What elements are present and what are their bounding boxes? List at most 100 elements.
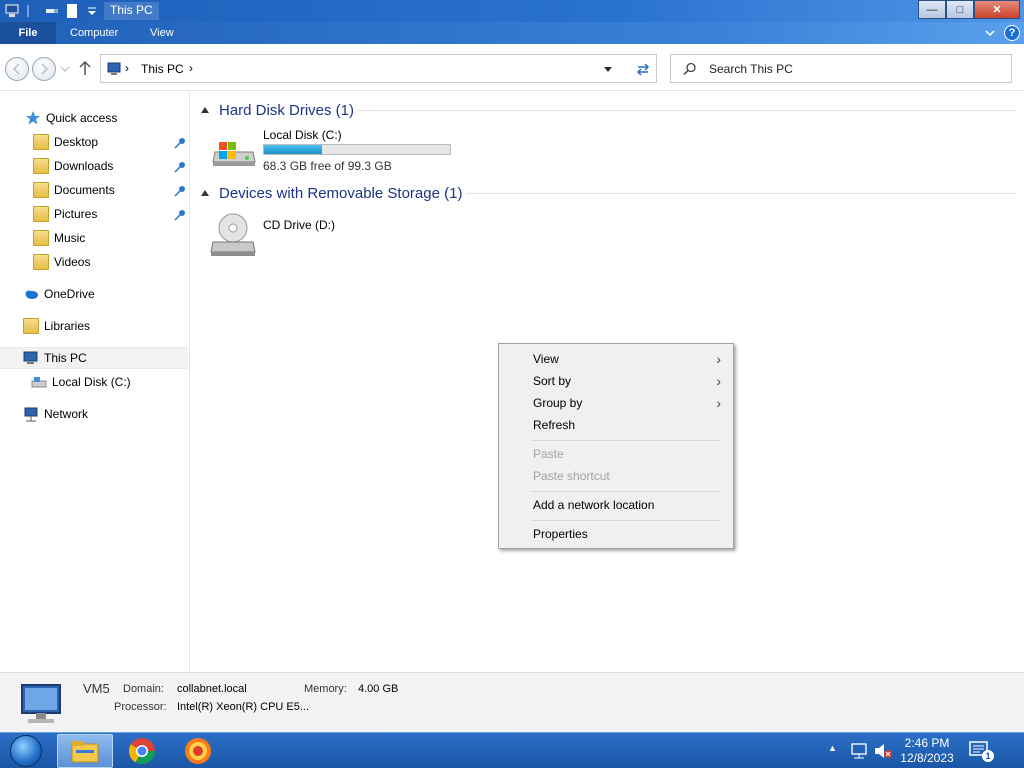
new-folder-icon[interactable] (64, 3, 80, 19)
sidebar-item-documents[interactable]: Documents (0, 179, 188, 201)
drive-name: Local Disk (C:) (263, 128, 342, 142)
breadcrumb-chevron-icon[interactable]: › (189, 61, 193, 75)
sidebar-item-quick-access[interactable]: Quick access (0, 107, 188, 129)
sidebar-item-desktop[interactable]: Desktop (0, 131, 188, 153)
minimize-button[interactable]: — (918, 0, 946, 19)
window-title: This PC (104, 2, 159, 20)
ribbon-tabs: File Computer View ? (0, 22, 1024, 44)
back-arrow-icon (12, 63, 20, 75)
music-folder-icon (33, 230, 49, 246)
pin-icon[interactable] (173, 208, 187, 222)
taskbar-browser[interactable] (170, 734, 226, 768)
pin-icon[interactable] (173, 160, 187, 174)
tab-computer[interactable]: Computer (64, 22, 124, 44)
notification-badge: 1 (982, 750, 994, 762)
sidebar-item-label: Documents (54, 183, 115, 197)
menu-separator (531, 491, 721, 492)
group-header-label: Devices with Removable Storage (1) (219, 184, 463, 202)
pin-icon[interactable] (173, 136, 187, 150)
processor-value: Intel(R) Xeon(R) CPU E5... (177, 701, 310, 713)
menu-item-label: Paste (533, 447, 564, 461)
sidebar-item-label: Pictures (54, 207, 98, 221)
group-header-hard-disk-drives[interactable]: Hard Disk Drives (1) (201, 100, 354, 120)
refresh-icon[interactable] (634, 61, 652, 77)
drive-item-local-disk[interactable]: Local Disk (C:) 68.3 GB free of 99.3 GB (205, 126, 455, 173)
menu-item-label: Add a network location (533, 498, 655, 512)
breadcrumb-this-pc[interactable]: This PC (141, 62, 184, 76)
memory-label: Memory: (304, 683, 347, 695)
sidebar-item-label: Libraries (44, 319, 91, 333)
this-pc-icon (107, 62, 121, 75)
pin-icon[interactable] (173, 184, 187, 198)
show-hidden-icons-button[interactable]: ▲ (828, 743, 837, 768)
address-dropdown-icon[interactable] (603, 66, 613, 73)
computer-icon (21, 684, 61, 723)
star-icon (26, 111, 40, 125)
menu-separator (531, 520, 721, 521)
sidebar-item-downloads[interactable]: Downloads (0, 155, 188, 177)
breadcrumb-separator-icon[interactable]: › (125, 61, 129, 75)
back-button[interactable] (5, 57, 29, 81)
sidebar-item-label: Quick access (46, 111, 118, 125)
menu-item-paste: Paste (501, 443, 731, 465)
domain-value: collabnet.local (177, 683, 247, 695)
this-pc-icon[interactable] (4, 3, 20, 19)
taskbar-chrome[interactable] (114, 734, 170, 768)
sidebar-item-this-pc[interactable]: This PC (0, 347, 188, 369)
sidebar-item-music[interactable]: Music (0, 227, 188, 249)
customize-toolbar-icon[interactable] (84, 3, 100, 19)
taskbar-file-explorer[interactable] (57, 734, 113, 768)
properties-icon[interactable] (44, 3, 60, 19)
drive-item-cd-drive[interactable]: CD Drive (D:) (205, 210, 455, 260)
menu-item-add-network-location[interactable]: Add a network location (501, 494, 731, 516)
sidebar-item-label: Network (44, 407, 89, 421)
sidebar-item-libraries[interactable]: Libraries (0, 315, 188, 337)
sidebar-item-label: Local Disk (C:) (52, 375, 131, 389)
maximize-button[interactable]: □ (946, 0, 974, 19)
processor-label: Processor: (114, 701, 167, 713)
recent-locations-icon[interactable] (60, 65, 70, 73)
domain-label: Domain: (123, 683, 164, 695)
menu-item-refresh[interactable]: Refresh (501, 414, 731, 436)
details-pane: VM5 Domain: collabnet.local Memory: 4.00… (0, 672, 1024, 732)
address-bar[interactable]: › This PC › (100, 54, 657, 83)
forward-button[interactable] (32, 57, 56, 81)
sidebar-item-onedrive[interactable]: OneDrive (0, 283, 188, 305)
menu-item-properties[interactable]: Properties (501, 523, 731, 545)
volume-muted-icon[interactable] (873, 742, 893, 760)
start-button[interactable] (2, 734, 50, 768)
menu-item-view[interactable]: View › (501, 348, 731, 370)
sidebar-item-pictures[interactable]: Pictures (0, 203, 188, 225)
group-header-removable-storage[interactable]: Devices with Removable Storage (1) (201, 183, 462, 203)
search-icon (683, 62, 696, 76)
libraries-icon (23, 318, 39, 334)
up-arrow-icon[interactable] (77, 59, 93, 77)
navigation-bar: › This PC › Search This PC (0, 44, 1024, 91)
clock[interactable]: 2:46 PM 12/8/2023 (896, 736, 958, 766)
disk-usage-fill (264, 145, 323, 154)
memory-value: 4.00 GB (358, 683, 399, 695)
tab-view[interactable]: View (144, 22, 180, 44)
window-controls: — □ ✕ (918, 0, 1020, 19)
sidebar-item-videos[interactable]: Videos (0, 251, 188, 273)
expand-ribbon-icon[interactable] (984, 27, 996, 39)
navigation-pane: Quick access Desktop Downloads Documents… (0, 92, 190, 672)
help-icon[interactable]: ? (1004, 25, 1020, 41)
collapse-icon[interactable] (201, 107, 209, 113)
search-input[interactable]: Search This PC (709, 62, 793, 76)
menu-item-paste-shortcut: Paste shortcut (501, 465, 731, 487)
pictures-folder-icon (33, 206, 49, 222)
search-box[interactable]: Search This PC (670, 54, 1012, 83)
close-button[interactable]: ✕ (974, 0, 1020, 19)
tab-file[interactable]: File (0, 22, 56, 44)
sidebar-item-network[interactable]: Network (0, 403, 188, 425)
action-center-button[interactable]: 1 (968, 739, 994, 763)
sidebar-item-local-disk[interactable]: Local Disk (C:) (0, 371, 188, 393)
collapse-icon[interactable] (201, 190, 209, 196)
network-tray-icon[interactable] (850, 742, 868, 760)
submenu-arrow-icon: › (716, 351, 721, 367)
submenu-arrow-icon: › (716, 395, 721, 411)
browser-icon (185, 738, 211, 764)
menu-item-group-by[interactable]: Group by › (501, 392, 731, 414)
menu-item-sort-by[interactable]: Sort by › (501, 370, 731, 392)
